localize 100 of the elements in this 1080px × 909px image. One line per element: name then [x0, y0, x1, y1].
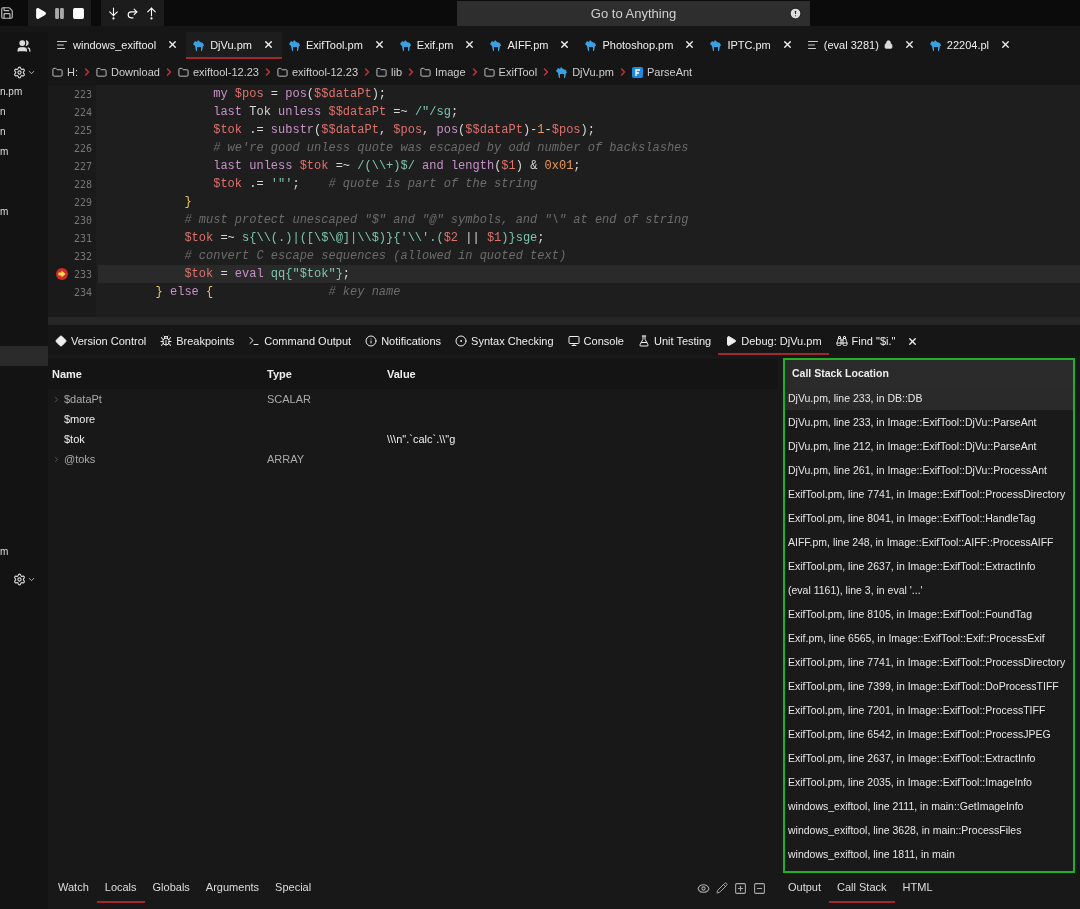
sidebar-item[interactable]: m — [0, 546, 48, 566]
variables-tab[interactable]: Arguments — [197, 873, 268, 903]
breadcrumb-item[interactable]: Download — [96, 66, 160, 78]
breadcrumb-item[interactable]: ExifTool — [483, 66, 538, 78]
play-button[interactable] — [34, 6, 47, 20]
sidebar-item[interactable]: n — [0, 126, 48, 146]
breadcrumb-item[interactable]: H: — [52, 66, 78, 78]
caret-icon[interactable] — [26, 68, 36, 77]
bottom-tab[interactable]: Output — [780, 873, 830, 903]
breadcrumb-item[interactable]: exiftool-12.23 — [276, 66, 358, 78]
breadcrumb-item[interactable]: exiftool-12.23 — [177, 66, 259, 78]
breadcrumb-item[interactable]: DjVu.pm — [555, 66, 614, 78]
settings-icon[interactable] — [12, 573, 26, 586]
save-button[interactable] — [0, 6, 14, 20]
close-icon[interactable] — [262, 39, 274, 50]
sidebar-item[interactable]: n — [0, 106, 48, 126]
variables-tab[interactable]: Watch — [50, 873, 97, 903]
call-stack-row[interactable]: DjVu.pm, line 212, in Image::ExifTool::DjVu::ParseAnt — [785, 434, 1073, 458]
pause-button[interactable] — [53, 6, 66, 20]
file-tab[interactable]: ExifTool.pm — [281, 32, 393, 59]
line-number: 232 — [73, 250, 92, 262]
sidebar-item[interactable]: n.pm — [0, 86, 48, 106]
call-stack-row[interactable]: ExifTool.pm, line 7399, in Image::ExifTool::DoProcessTIFF — [785, 674, 1073, 698]
close-icon[interactable] — [907, 335, 919, 347]
close-icon[interactable] — [684, 39, 696, 50]
close-icon[interactable] — [781, 39, 793, 50]
call-stack-row[interactable]: windows_exiftool, line 2111, in main::GetImageInfo — [785, 794, 1073, 818]
call-stack-row[interactable]: ExifTool.pm, line 7201, in Image::ExifTool::ProcessTIFF — [785, 698, 1073, 722]
variables-tab[interactable]: Special — [267, 873, 320, 903]
close-icon[interactable] — [464, 39, 476, 50]
file-tab[interactable]: (eval 3281) — [800, 32, 923, 59]
caret-icon[interactable] — [26, 575, 36, 584]
variables-tab[interactable]: Locals — [96, 873, 145, 903]
call-stack-row[interactable]: ExifTool.pm, line 2637, in Image::ExifTool::ExtractInfo — [785, 554, 1073, 578]
folder-icon — [177, 66, 189, 78]
step-into-button[interactable] — [107, 6, 120, 20]
pencil-icon[interactable] — [716, 881, 728, 894]
settings-icon[interactable] — [12, 66, 26, 79]
call-stack-row[interactable]: DjVu.pm, line 233, in Image::ExifTool::DjVu::ParseAnt — [785, 410, 1073, 434]
panel-tab[interactable]: Breakpoints — [153, 329, 242, 355]
step-over-button[interactable] — [126, 6, 139, 20]
call-stack-row[interactable]: DjVu.pm, line 261, in Image::ExifTool::DjVu::ProcessAnt — [785, 458, 1073, 482]
call-stack-row[interactable]: ExifTool.pm, line 8105, in Image::ExifTool::FoundTag — [785, 602, 1073, 626]
call-stack-row[interactable]: ExifTool.pm, line 8041, in Image::ExifTool::HandleTag — [785, 506, 1073, 530]
monitor-icon — [567, 335, 580, 347]
file-tab[interactable]: Photoshop.pm — [578, 32, 704, 59]
column-header[interactable]: Name — [52, 368, 267, 380]
close-icon[interactable] — [1000, 39, 1012, 50]
bottom-tab[interactable]: Call Stack — [829, 873, 895, 903]
file-tab[interactable]: DjVu.pm — [186, 32, 282, 59]
panel-tab[interactable]: Version Control — [48, 329, 154, 355]
file-tab[interactable]: AIFF.pm — [483, 32, 579, 59]
line-number: 230 — [73, 214, 92, 226]
call-stack-row[interactable]: Exif.pm, line 6565, in Image::ExifTool::Exif::ProcessExif — [785, 626, 1073, 650]
step-out-button[interactable] — [145, 6, 158, 20]
sidebar-item[interactable]: m — [0, 206, 48, 226]
close-icon[interactable] — [559, 39, 571, 50]
alert-icon — [789, 6, 802, 20]
call-stack-row[interactable]: ExifTool.pm, line 2637, in Image::ExifTool::ExtractInfo — [785, 746, 1073, 770]
call-stack-row[interactable]: windows_exiftool, line 3628, in main::ProcessFiles — [785, 818, 1073, 842]
call-stack-row[interactable]: (eval 1161), line 3, in eval '...' — [785, 578, 1073, 602]
eye-icon[interactable] — [697, 881, 710, 895]
variables-tab[interactable]: Globals — [144, 873, 198, 903]
add-icon[interactable] — [734, 881, 747, 895]
panel-tab[interactable]: Unit Testing — [630, 329, 719, 355]
diamond-icon — [55, 335, 67, 347]
stop-button[interactable] — [72, 6, 85, 20]
panel-tab[interactable]: Find "$i." — [828, 329, 926, 355]
panel-tab[interactable]: Syntax Checking — [448, 329, 561, 355]
column-header[interactable]: Type — [267, 368, 387, 380]
panel-tab[interactable]: Console — [560, 329, 631, 355]
call-stack-row[interactable]: DjVu.pm, line 233, in DB::DB — [785, 386, 1073, 410]
code-line: # convert C escape sequences (allowed in quoted text) — [183, 248, 568, 265]
remove-icon[interactable] — [753, 881, 766, 895]
close-icon[interactable] — [373, 39, 385, 50]
file-tab[interactable]: 22204.pl — [922, 32, 1020, 59]
breadcrumb-item[interactable]: ParseAnt — [631, 66, 693, 78]
users-icon[interactable] — [17, 38, 31, 53]
close-icon[interactable] — [903, 39, 915, 50]
sidebar-item[interactable]: m — [0, 146, 48, 166]
panel-tab[interactable]: Command Output — [241, 329, 359, 355]
info-icon — [365, 335, 378, 347]
call-stack-row[interactable]: ExifTool.pm, line 2035, in Image::ExifTool::ImageInfo — [785, 770, 1073, 794]
file-tab[interactable]: IPTC.pm — [703, 32, 801, 59]
panel-tab[interactable]: Notifications — [358, 329, 449, 355]
call-stack-row[interactable]: ExifTool.pm, line 6542, in Image::ExifTool::ProcessJPEG — [785, 722, 1073, 746]
file-tab[interactable]: windows_exiftool — [50, 32, 187, 59]
search-field[interactable]: Go to Anything — [457, 0, 810, 26]
call-stack-row[interactable]: ExifTool.pm, line 7741, in Image::ExifTool::ProcessDirectory — [785, 650, 1073, 674]
close-icon[interactable] — [167, 39, 179, 50]
call-stack-row[interactable]: windows_exiftool, line 1811, in main — [785, 842, 1073, 866]
breadcrumb-item[interactable]: Image — [420, 66, 466, 78]
call-stack-row[interactable]: AIFF.pm, line 248, in Image::ExifTool::AIFF::ProcessAIFF — [785, 530, 1073, 554]
breadcrumb-item[interactable]: lib — [376, 66, 403, 78]
document-icon — [806, 38, 819, 51]
file-tab[interactable]: Exif.pm — [392, 32, 484, 59]
column-header[interactable]: Value — [387, 368, 778, 380]
folder-icon — [276, 66, 288, 78]
bottom-tab[interactable]: HTML — [894, 873, 941, 903]
call-stack-row[interactable]: ExifTool.pm, line 7741, in Image::ExifTool::ProcessDirectory — [785, 482, 1073, 506]
